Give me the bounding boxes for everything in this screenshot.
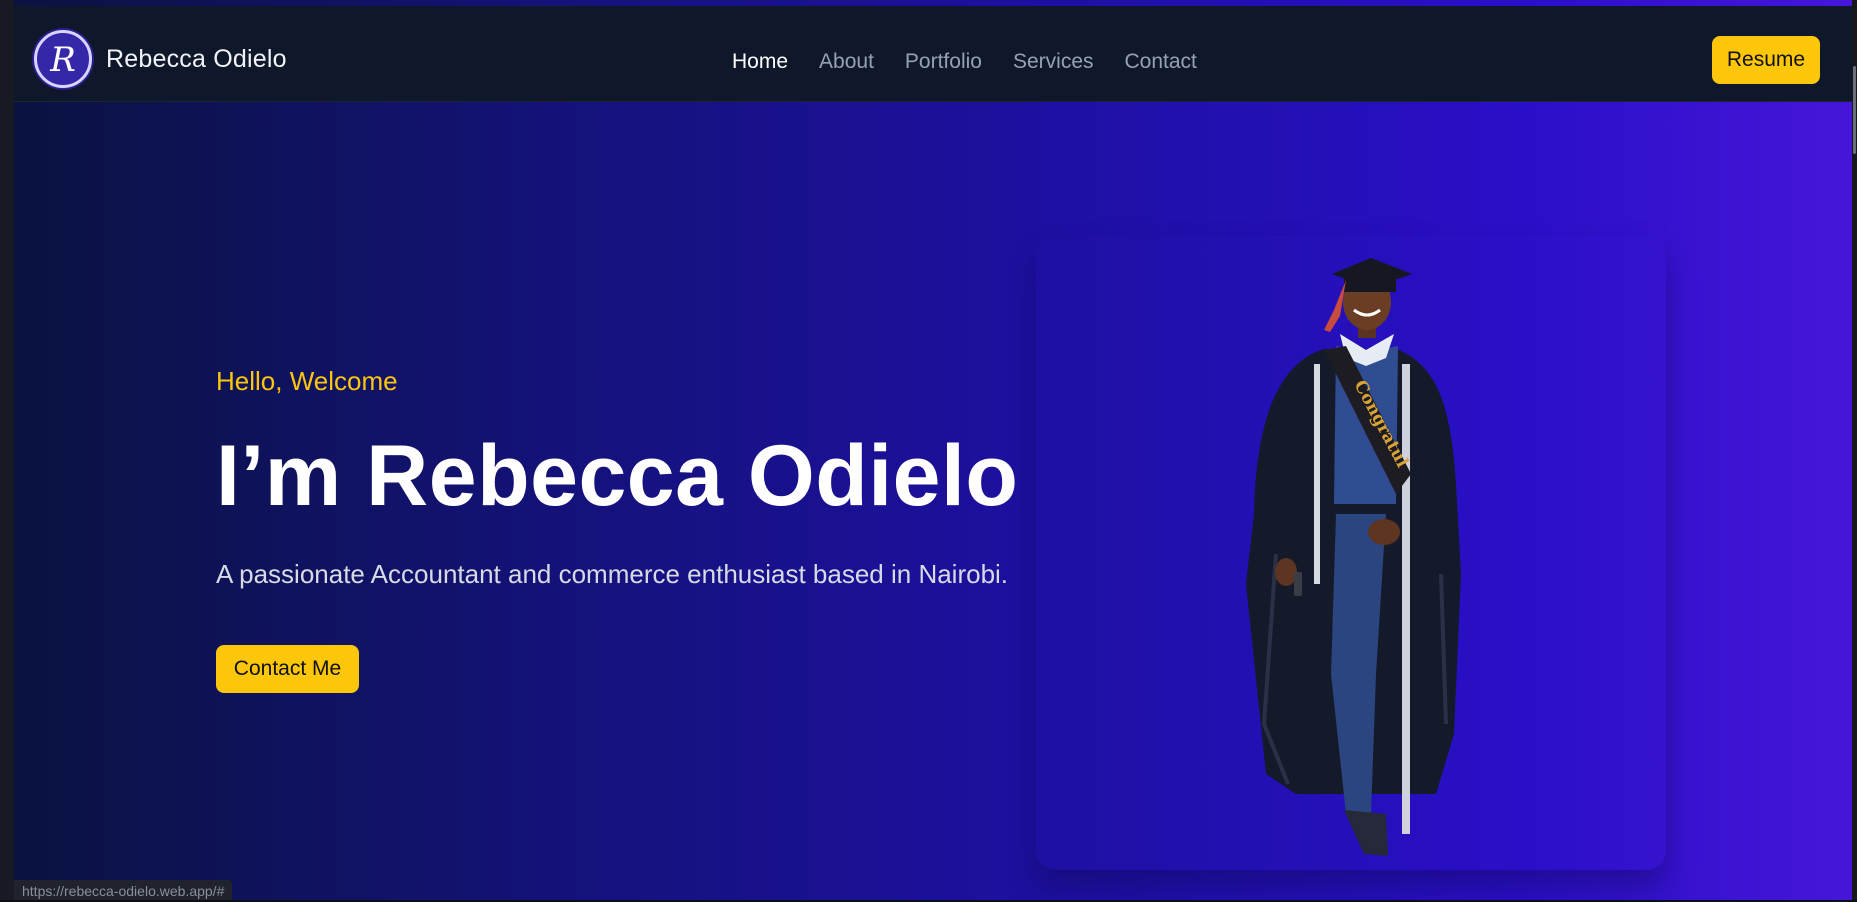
nav-services[interactable]: Services: [1013, 50, 1094, 74]
r-monogram-icon: R: [41, 37, 85, 81]
hero-title: I’m Rebecca Odielo: [216, 433, 1036, 519]
hero-description: A passionate Accountant and commerce ent…: [216, 553, 1016, 595]
navbar: R Rebecca Odielo Home About Portfolio Se…: [14, 6, 1852, 102]
left-gutter: [0, 0, 14, 900]
nav-contact[interactable]: Contact: [1125, 50, 1197, 74]
nav-home[interactable]: Home: [732, 50, 788, 74]
scrollbar-thumb[interactable]: [1853, 66, 1856, 154]
hero-greeting: Hello, Welcome: [216, 366, 1036, 397]
brand[interactable]: R Rebecca Odielo: [34, 30, 287, 88]
status-bar-url: https://rebecca-odielo.web.app/#: [14, 880, 232, 900]
nav-portfolio[interactable]: Portfolio: [905, 50, 982, 74]
nav-links: Home About Portfolio Services Contact: [732, 50, 1197, 74]
scrollbar[interactable]: [1852, 0, 1857, 900]
resume-button[interactable]: Resume: [1712, 36, 1820, 84]
brand-name: Rebecca Odielo: [106, 45, 287, 74]
page-viewport: R Rebecca Odielo Home About Portfolio Se…: [14, 0, 1852, 900]
nav-about[interactable]: About: [819, 50, 874, 74]
contact-me-button[interactable]: Contact Me: [216, 645, 359, 693]
hero-text: Hello, Welcome I’m Rebecca Odielo A pass…: [216, 366, 1036, 693]
logo-avatar[interactable]: R: [34, 30, 92, 88]
graduate-portrait-image: Congratul: [1236, 254, 1496, 864]
svg-text:R: R: [49, 40, 76, 80]
